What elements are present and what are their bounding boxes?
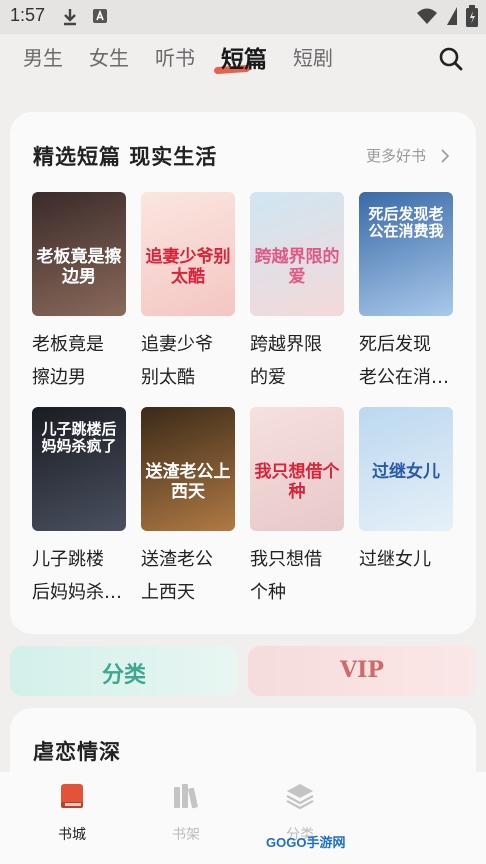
book-icon <box>61 784 83 808</box>
tab-female[interactable]: 女生 <box>89 42 129 71</box>
book-cover[interactable]: 老板竟是擦边男 <box>32 192 126 316</box>
status-bar: 1:57 <box>0 0 486 34</box>
cover-title: 我只想借个种 <box>254 462 340 502</box>
book-cover[interactable]: 我只想借个种 <box>250 407 344 531</box>
book-title[interactable]: 追妻少爷 别太酷 <box>141 328 241 394</box>
book-title[interactable]: 老板竟是 擦边男 <box>32 328 132 394</box>
cover-title: 死后发现老公在消费我 <box>368 205 444 241</box>
cover-title: 过继女儿 <box>372 462 440 482</box>
book-title[interactable]: 过继女儿 <box>359 543 459 576</box>
vip-button[interactable]: VIP <box>248 646 476 696</box>
tab-male[interactable]: 男生 <box>23 42 63 71</box>
watermark-logo: GOGO手游网 <box>266 835 346 850</box>
bottom-nav: 书城 书架 分类 GOGO手游网 <box>0 772 486 864</box>
layers-icon <box>286 784 314 810</box>
search-icon[interactable] <box>438 46 464 72</box>
top-nav: 男生 女生 听书 短篇 短剧 <box>0 34 486 84</box>
cover-title: 老板竟是擦边男 <box>36 247 122 287</box>
book-item[interactable]: 老板竟是擦边男 老板竟是 擦边男 <box>32 192 126 394</box>
book-cover[interactable]: 送渣老公上西天 <box>141 407 235 531</box>
book-title[interactable]: 我只想借 个种 <box>250 543 350 609</box>
bottom-nav-label: 书架 <box>172 827 200 843</box>
cover-title: 跨越界限的爱 <box>254 247 340 287</box>
section2-title: 虐恋情深 <box>33 740 121 764</box>
chevron-right-icon[interactable] <box>440 149 450 163</box>
book-cover[interactable]: 过继女儿 <box>359 407 453 531</box>
book-title[interactable]: 跨越界限 的爱 <box>250 328 350 394</box>
book-item[interactable]: 我只想借个种 我只想借 个种 <box>250 407 344 609</box>
download-icon <box>64 9 76 26</box>
featured-section-card: 精选短篇 现实生活 更多好书 老板竟是擦边男 老板竟是 擦边男 追妻少爷别太酷 追… <box>10 112 476 634</box>
more-books-link[interactable]: 更多好书 <box>366 145 426 166</box>
vip-button-label: VIP <box>340 657 384 683</box>
book-title[interactable]: 送渣老公 上西天 <box>141 543 241 609</box>
book-title[interactable]: 儿子跳楼 后妈妈杀… <box>32 543 132 609</box>
tab-audiobook[interactable]: 听书 <box>155 42 195 71</box>
cellular-icon <box>447 7 457 25</box>
book-item[interactable]: 过继女儿 过继女儿 <box>359 407 453 576</box>
book-item[interactable]: 儿子跳楼后妈妈杀疯了 儿子跳楼 后妈妈杀… <box>32 407 126 609</box>
book-cover[interactable]: 死后发现老公在消费我 <box>359 192 453 316</box>
status-time: 1:57 <box>10 5 46 25</box>
tab-short-stories[interactable]: 短篇 <box>221 40 267 74</box>
book-item[interactable]: 跨越界限的爱 跨越界限 的爱 <box>250 192 344 394</box>
tab-short-drama[interactable]: 短剧 <box>293 42 333 71</box>
book-cover[interactable]: 儿子跳楼后妈妈杀疯了 <box>32 407 126 531</box>
book-title[interactable]: 死后发现 老公在消… <box>359 328 459 394</box>
battery-icon <box>466 5 478 27</box>
cover-title: 儿子跳楼后妈妈杀疯了 <box>41 420 117 456</box>
bottom-nav-label: 书城 <box>58 827 86 843</box>
book-cover[interactable]: 跨越界限的爱 <box>250 192 344 316</box>
wifi-icon <box>417 8 437 24</box>
book-cover[interactable]: 追妻少爷别太酷 <box>141 192 235 316</box>
bottom-nav-bookshelf[interactable]: 书架 <box>156 782 216 844</box>
bookshelf-icon <box>174 784 198 809</box>
category-button[interactable]: 分类 <box>10 646 238 696</box>
category-button-label: 分类 <box>101 662 146 688</box>
cover-title: 送渣老公上西天 <box>145 462 231 502</box>
book-item[interactable]: 送渣老公上西天 送渣老公 上西天 <box>141 407 235 609</box>
a-badge-icon <box>93 9 107 23</box>
section-title: 精选短篇 现实生活 <box>33 145 218 169</box>
bottom-nav-bookstore[interactable]: 书城 <box>42 782 102 844</box>
book-item[interactable]: 死后发现老公在消费我 死后发现 老公在消… <box>359 192 453 394</box>
cover-title: 追妻少爷别太酷 <box>145 247 231 287</box>
book-item[interactable]: 追妻少爷别太酷 追妻少爷 别太酷 <box>141 192 235 394</box>
